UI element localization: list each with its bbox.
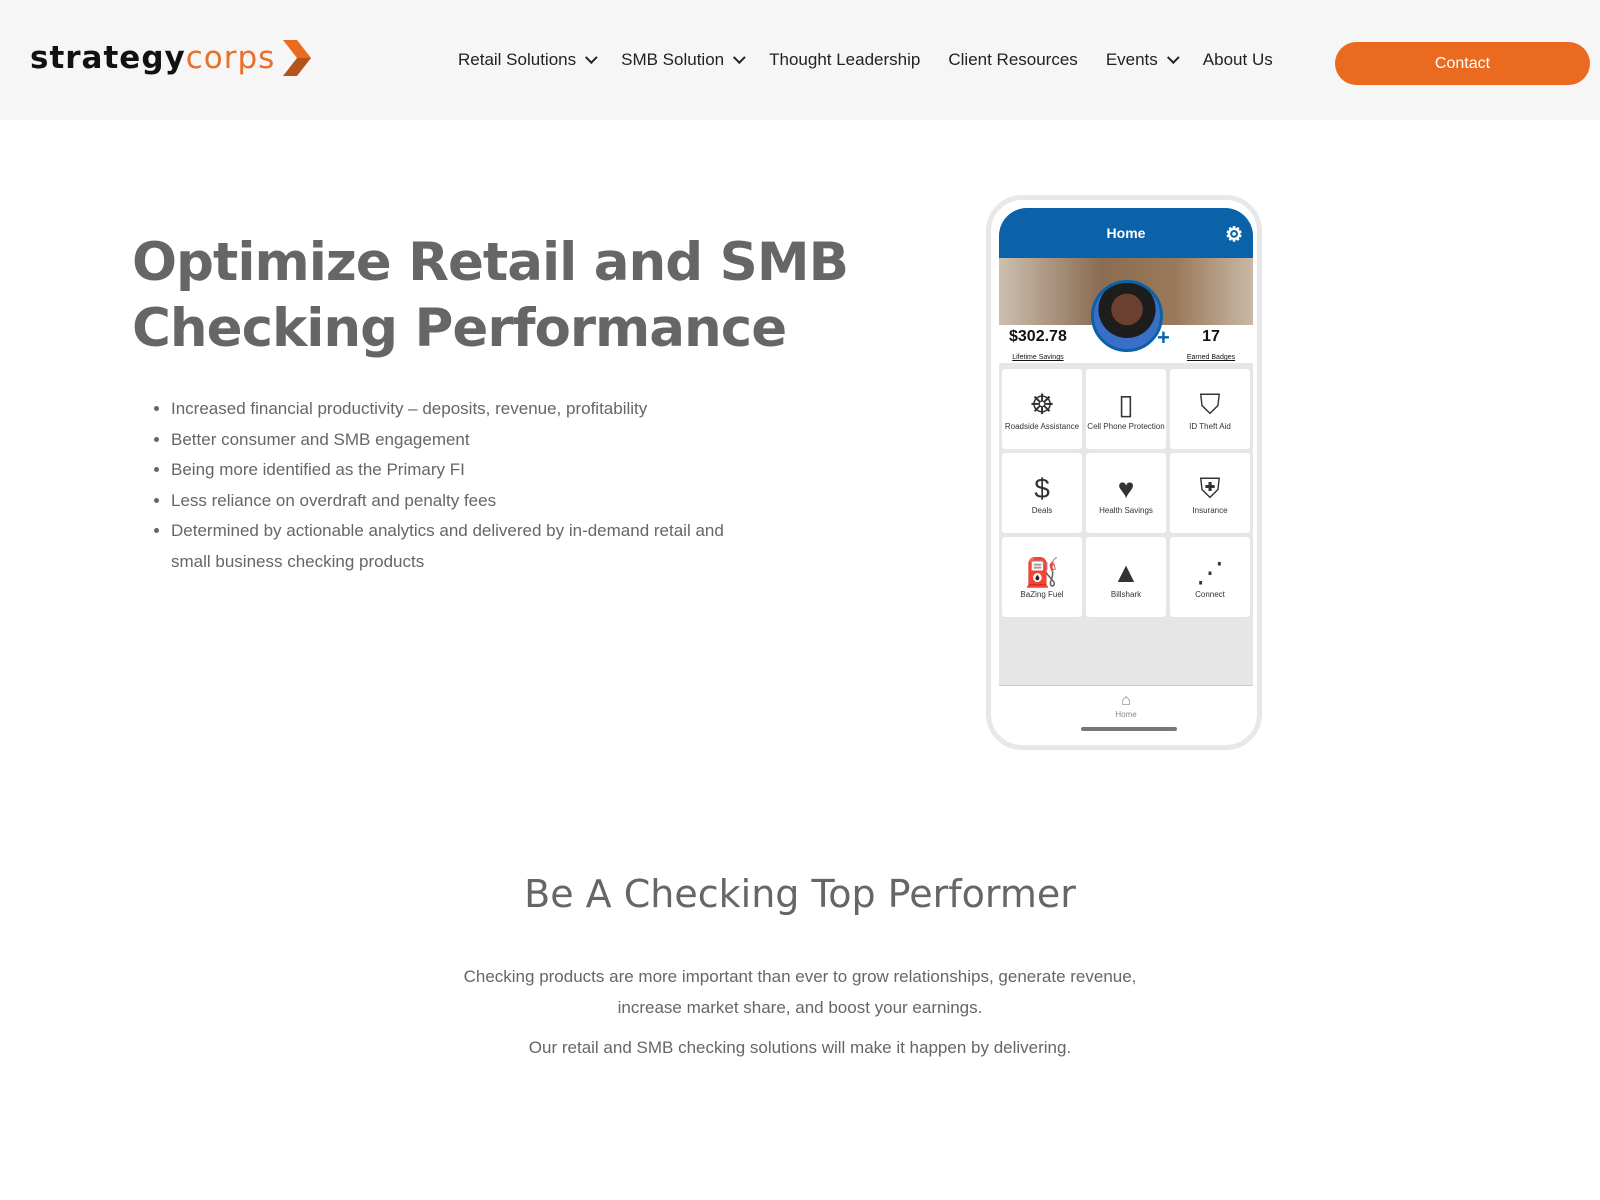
nav-item-client-resources[interactable]: Client Resources [948,50,1077,70]
tile-deals[interactable]: $ Deals [1002,453,1082,533]
home-icon: ⌂ [1121,692,1131,709]
section-title: Be A Checking Top Performer [524,872,1076,916]
feature-grid: ☸ Roadside Assistance ▯ Cell Phone Protecti… [999,363,1253,623]
price-tag-icon: $ [1034,472,1050,504]
plus-icon: + [1157,325,1170,350]
fuel-pump-icon: ⛽ [1024,556,1060,588]
contact-button[interactable]: Contact [1335,42,1590,85]
home-indicator [1081,727,1177,731]
chevron-down-icon [733,50,746,64]
tile-label: Insurance [1192,505,1228,515]
nav-item-label: Thought Leadership [769,50,921,69]
nav-item-label: About Us [1202,50,1273,69]
nav-item-smb-solution[interactable]: SMB Solution [621,50,746,70]
main-nav: Retail Solutions SMB Solution Thought Lead… [458,50,1301,70]
tile-label: Connect [1195,589,1225,599]
briefcase-shield-icon: ⛨ [1199,472,1221,504]
phone-icon: ▯ [1118,388,1134,420]
savings-label: Lifetime Savings [1012,354,1064,361]
tile-label: BaZing Fuel [1020,589,1064,599]
tile-insurance[interactable]: ⛨ Insurance [1170,453,1250,533]
app-header: Home ⚙ [999,208,1253,258]
nav-item-events[interactable]: Events [1105,50,1180,70]
gear-icon: ⚙ [1225,224,1243,246]
nav-item-retail-solutions[interactable]: Retail Solutions [458,50,598,70]
tile-roadside-assistance[interactable]: ☸ Roadside Assistance [1002,369,1082,449]
bullet-item: Better consumer and SMB engagement [171,425,741,456]
tile-label: Billshark [1110,589,1142,599]
nav-item-label: SMB Solution [621,50,725,69]
badges-value: 17 [1202,328,1220,345]
tile-label: ID Theft Aid [1189,421,1231,431]
tab-home-label: Home [1115,710,1137,719]
nav-item-about-us[interactable]: About Us [1203,50,1273,70]
strategycorps-logo[interactable]: strategy corps [30,40,312,76]
section-paragraph-2: Our retail and SMB checking solutions wi… [528,1038,1072,1057]
nav-item-label: Client Resources [948,50,1078,69]
hero-title: Optimize Retail and SMB Checking Performa… [132,230,849,362]
hero-bullets: Increased financial productivity – depos… [171,394,741,577]
section-paragraph-1: Checking products are more important tha… [0,961,1600,1023]
bullet-item: Being more identified as the Primary FI [171,455,741,486]
savings-value: $302.78 [1009,328,1067,345]
steering-wheel-icon: ☸ [1029,388,1055,420]
heart-icon: ♥ [1117,472,1135,504]
tile-label: Health Savings [1099,505,1153,515]
tile-label: Cell Phone Protection [1087,421,1165,431]
chevron-down-icon [585,50,598,64]
badges-label: Earned Badges [1186,354,1236,361]
para1-line2: increase market share, and boost your ea… [617,998,983,1017]
hero-title-line2: Checking Performance [132,298,787,359]
app-title: Home [1106,225,1146,241]
bullet-item: Increased financial productivity – depos… [171,394,741,425]
shark-fin-icon: ▲ [1112,556,1140,588]
avatar [1091,280,1163,352]
id-theft-icon: ⛉ [1199,388,1221,420]
chevron-logo-icon [283,40,312,76]
logo-text-corps: corps [185,40,276,76]
nav-item-label: Events [1105,50,1158,69]
tile-label: Roadside Assistance [1004,421,1080,431]
chevron-down-icon [1166,50,1180,64]
bullet-item: Determined by actionable analytics and d… [171,516,741,577]
site-header: strategy corps Retail Solutions SMB Soluti… [0,0,1600,120]
tile-billshark[interactable]: ▲ Billshark [1086,537,1166,617]
tile-health-savings[interactable]: ♥ Health Savings [1086,453,1166,533]
nav-item-thought-leadership[interactable]: Thought Leadership [769,50,920,70]
tile-label: Deals [1031,505,1053,515]
share-icon: ⋰ [1196,556,1224,588]
logo-text-strategy: strategy [30,40,186,76]
bullet-item: Less reliance on overdraft and penalty f… [171,486,741,517]
tile-connect[interactable]: ⋰ Connect [1170,537,1250,617]
nav-item-label: Retail Solutions [458,50,577,69]
lifetime-savings: $302.78 Lifetime Savings [1009,328,1067,364]
tile-bazing-fuel[interactable]: ⛽ BaZing Fuel [1002,537,1082,617]
para1-line1: Checking products are more important tha… [463,967,1137,986]
hero-title-line1: Optimize Retail and SMB [132,232,849,293]
tile-id-theft-aid[interactable]: ⛉ ID Theft Aid [1170,369,1250,449]
tile-cell-phone-protection[interactable]: ▯ Cell Phone Protection [1086,369,1166,449]
earned-badges: 17 Earned Badges [1181,328,1241,364]
phone-mockup: Home ⚙ + $302.78 Lifetime Savings 17 Earned… [986,195,1262,750]
